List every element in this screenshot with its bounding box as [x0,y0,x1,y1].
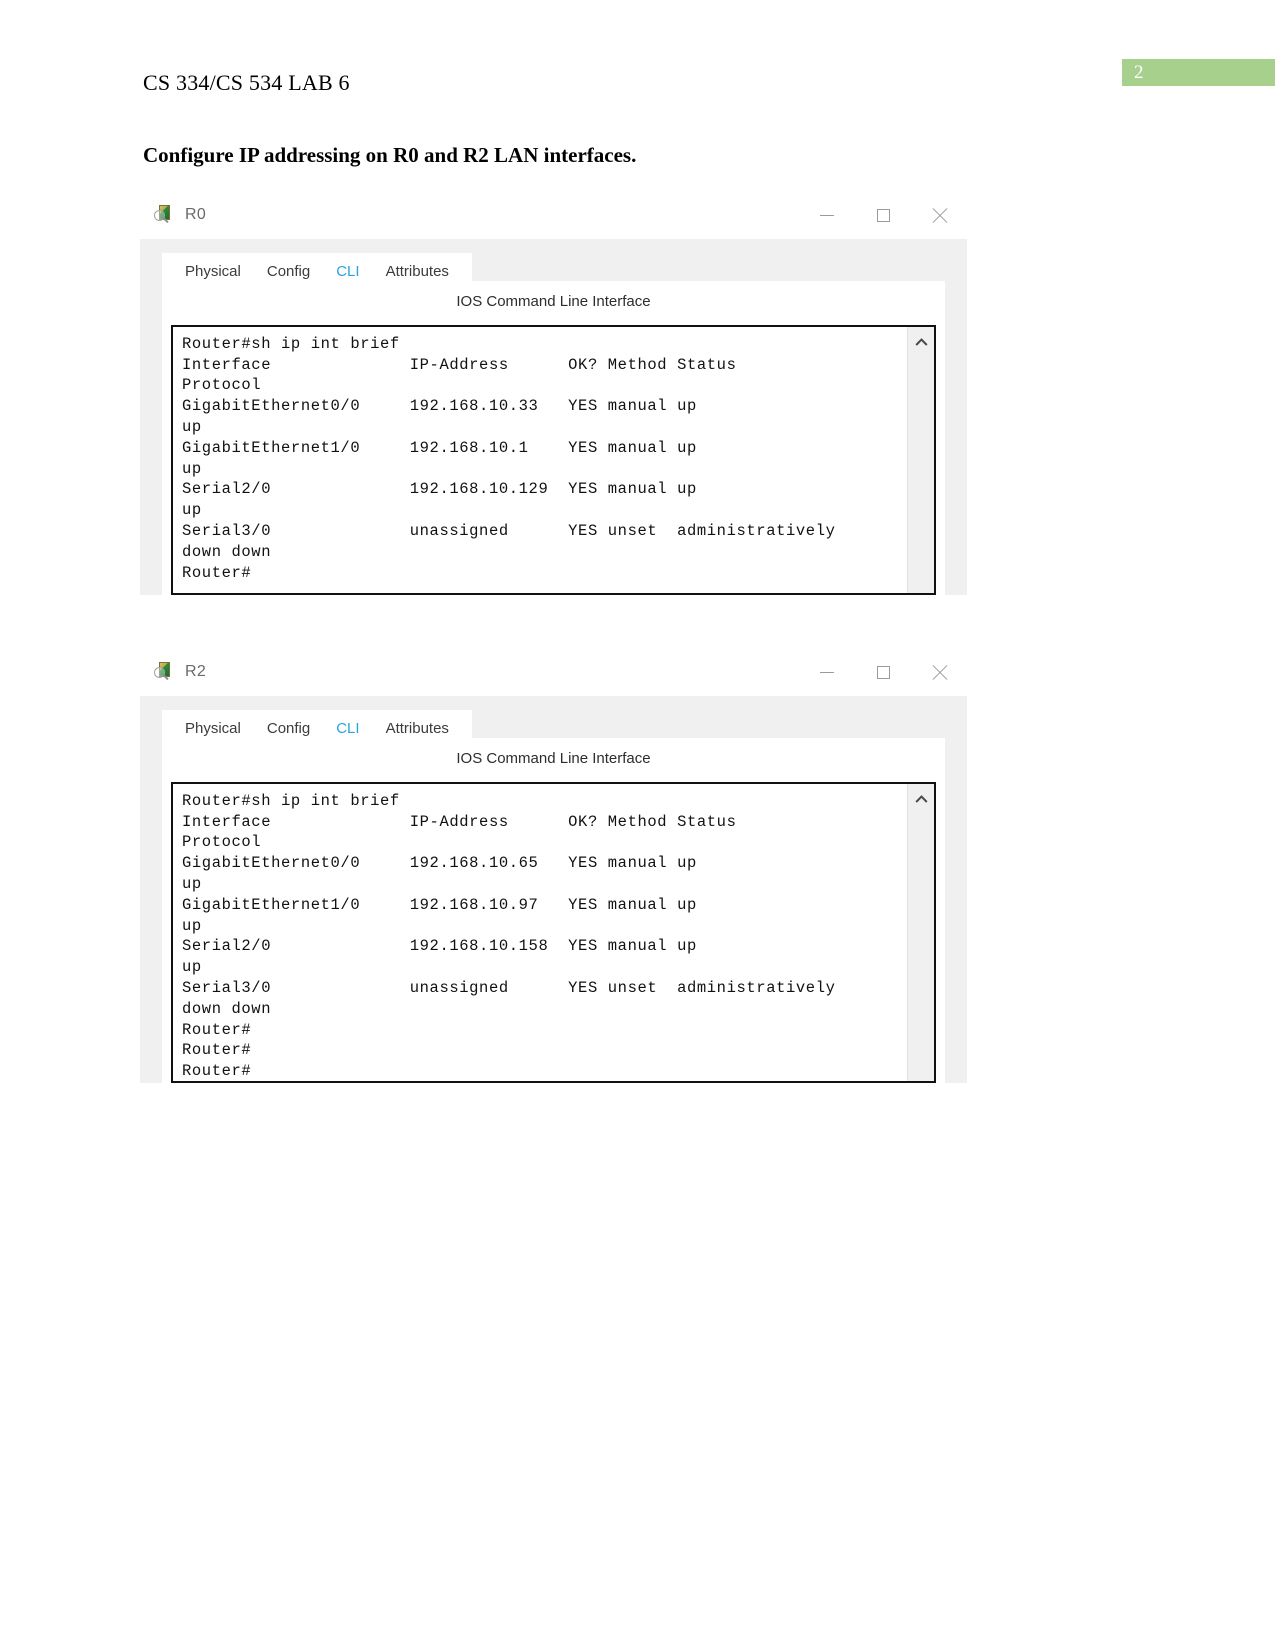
packet-tracer-device-icon [154,204,176,226]
cli-terminal-r2[interactable]: Router# Router#sh ip int brief Interface… [171,782,936,1083]
minimize-button-r2[interactable] [799,648,855,696]
titlebar-r0: R0 [140,191,967,239]
tab-cli-r2[interactable]: CLI [323,710,372,745]
tab-label: Config [266,720,311,737]
window-r2: R2 Physical Config CLI Attributes IOS Co… [140,648,967,1083]
packet-tracer-device-icon [154,661,176,683]
tab-label: Attributes [385,263,449,280]
cli-output-r0: Router# Router#sh ip int brief Interface… [182,327,836,582]
cli-caption-r2: IOS Command Line Interface [456,750,651,767]
tab-label: CLI [336,720,360,737]
maximize-icon [876,208,890,222]
window-controls-r0 [799,191,967,239]
tab-config-r0[interactable]: Config [254,253,323,280]
cli-panel-r2: IOS Command Line Interface Router# Route… [162,738,945,1083]
tab-label: Attributes [385,720,449,737]
scroll-up-icon[interactable] [908,788,934,810]
window-title-r0: R0 [185,206,207,223]
cli-output-r2: Router# Router#sh ip int brief Interface… [182,784,836,1081]
tab-config-r2[interactable]: Config [254,710,323,737]
maximize-icon [876,665,890,679]
cli-panel-r0: IOS Command Line Interface Router# Route… [162,281,945,595]
tab-attributes-r0[interactable]: Attributes [373,253,462,280]
tab-attributes-r2[interactable]: Attributes [373,710,462,737]
minimize-icon [820,671,834,673]
cli-scrollbar-r0[interactable] [907,327,934,593]
close-icon [931,664,948,681]
window-body-r0: Physical Config CLI Attributes IOS Comma… [140,239,967,595]
document-header: CS 334/CS 534 LAB 6 [143,70,350,95]
tab-label: Physical [185,720,241,737]
window-controls-r2 [799,648,967,696]
close-button-r2[interactable] [911,648,967,696]
window-r0: R0 Physical Config CLI Attributes IOS Co… [140,191,967,595]
window-body-r2: Physical Config CLI Attributes IOS Comma… [140,696,967,1083]
tab-label: Physical [185,263,241,280]
tab-physical-r0[interactable]: Physical [172,253,254,280]
minimize-icon [820,214,834,216]
titlebar-r2: R2 [140,648,967,696]
cli-scrollbar-r2[interactable] [907,784,934,1081]
tab-label: Config [266,263,311,280]
window-title-r2: R2 [185,663,207,680]
cli-caption-r0: IOS Command Line Interface [456,293,651,310]
tab-label: CLI [336,263,360,280]
close-button-r0[interactable] [911,191,967,239]
maximize-button-r0[interactable] [855,191,911,239]
maximize-button-r2[interactable] [855,648,911,696]
tab-cli-r0[interactable]: CLI [323,253,372,288]
close-icon [931,207,948,224]
scroll-up-icon[interactable] [908,331,934,353]
cli-terminal-r0[interactable]: Router# Router#sh ip int brief Interface… [171,325,936,595]
minimize-button-r0[interactable] [799,191,855,239]
page-number-badge: 2 [1122,59,1275,86]
page-number: 2 [1134,62,1144,83]
page-title: Configure IP addressing on R0 and R2 LAN… [143,143,637,167]
tab-physical-r2[interactable]: Physical [172,710,254,737]
